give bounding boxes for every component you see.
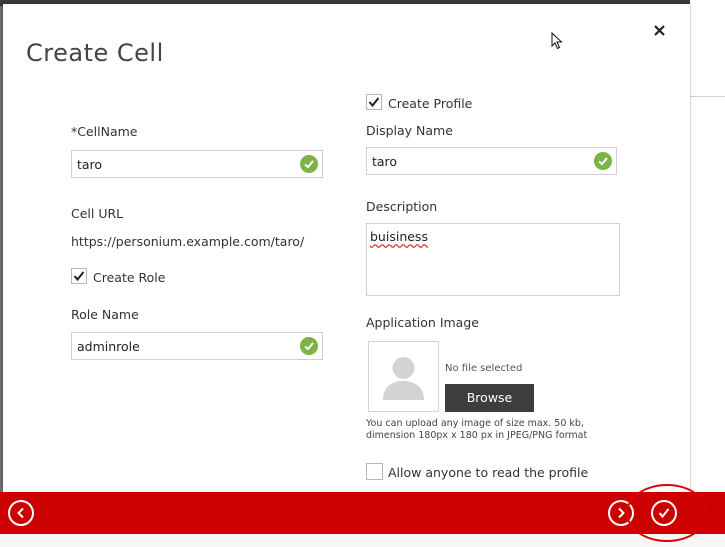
description-value: buisiness: [370, 229, 428, 244]
avatar-placeholder-icon: [383, 357, 424, 400]
display-name-input[interactable]: taro: [366, 147, 617, 175]
browse-button[interactable]: Browse: [445, 384, 534, 412]
screenshot-stage: Create Cell *CellName taro Cell URL http…: [0, 0, 725, 547]
description-label: Description: [366, 199, 438, 214]
role-name-value: adminrole: [77, 339, 140, 354]
background-rule: [690, 96, 725, 97]
dialog-footer: [0, 492, 690, 534]
cellname-label: *CellName: [71, 124, 138, 139]
annotation-ellipse: [626, 484, 708, 542]
profile-image-preview: [368, 341, 439, 412]
valid-check-icon: [300, 155, 318, 173]
upload-note: You can upload any image of size max. 50…: [366, 418, 588, 441]
back-arrow-icon[interactable]: [8, 500, 34, 526]
valid-check-icon: [594, 152, 612, 170]
create-role-checkbox[interactable]: [71, 268, 87, 284]
create-profile-label: Create Profile: [388, 96, 473, 111]
role-name-input[interactable]: adminrole: [71, 332, 323, 360]
allow-read-checkbox[interactable]: [366, 463, 383, 480]
allow-read-label: Allow anyone to read the profile: [388, 465, 589, 480]
mouse-cursor-icon: [551, 31, 563, 54]
application-image-label: Application Image: [366, 315, 479, 330]
create-profile-checkbox[interactable]: [366, 94, 382, 110]
valid-check-icon: [300, 337, 318, 355]
create-cell-dialog: Create Cell *CellName taro Cell URL http…: [3, 4, 690, 492]
no-file-text: No file selected: [445, 363, 523, 374]
background-bottom-strip: [0, 534, 725, 547]
background-right-strip: [690, 0, 725, 547]
close-icon[interactable]: [654, 22, 665, 40]
create-role-label: Create Role: [93, 270, 166, 285]
display-name-value: taro: [372, 154, 398, 169]
cell-url-label: Cell URL: [71, 206, 124, 221]
cellname-value: taro: [77, 157, 103, 172]
description-textarea[interactable]: buisiness: [366, 223, 620, 296]
role-name-label: Role Name: [71, 307, 139, 322]
cellname-input[interactable]: taro: [71, 150, 323, 178]
dialog-title: Create Cell: [26, 39, 164, 67]
cell-url-value: https://personium.example.com/taro/: [71, 234, 305, 249]
display-name-label: Display Name: [366, 123, 453, 138]
